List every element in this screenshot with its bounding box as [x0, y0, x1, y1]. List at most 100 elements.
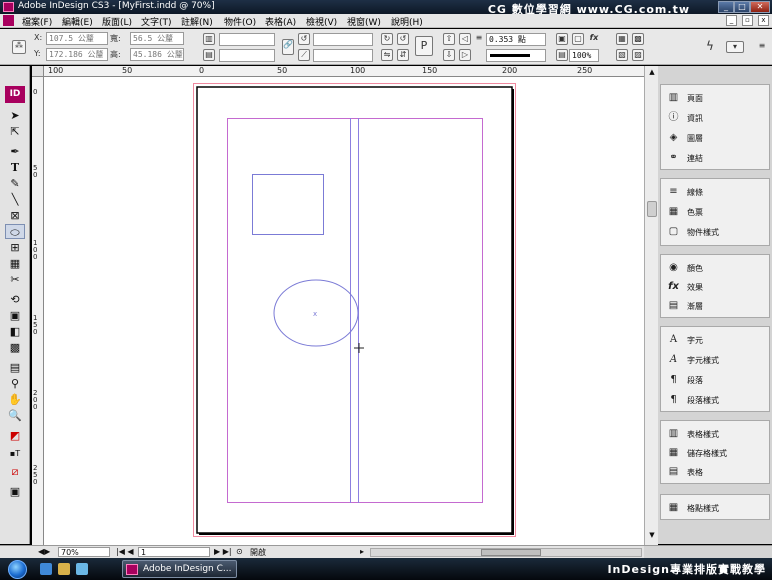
menu-edit[interactable]: 編輯(E) [62, 15, 93, 28]
menu-file[interactable]: 檔案(F) [22, 15, 52, 28]
rotate-tool-icon[interactable]: ⊞ [5, 240, 25, 255]
apply-none-icon[interactable]: ⧄ [5, 464, 25, 479]
ie-icon[interactable] [40, 563, 52, 575]
horizontal-scrollbar[interactable] [370, 548, 642, 557]
menu-type[interactable]: 文字(T) [141, 15, 172, 28]
panel-gradient[interactable]: ▤ 漸層 [665, 297, 765, 315]
opacity-field[interactable]: 100% [569, 49, 599, 62]
scale-y-field[interactable] [219, 49, 275, 62]
control-menu-icon[interactable]: ▾ [726, 41, 744, 53]
minimize-button[interactable]: _ [718, 1, 734, 13]
doc-minimize-button[interactable]: _ [726, 15, 737, 26]
scale-tool-icon[interactable]: ▦ [5, 256, 25, 271]
panel-color[interactable]: ◉ 顏色 [665, 259, 765, 277]
select-content-icon[interactable]: ⇩ [443, 49, 455, 61]
rotate-90-cw-icon[interactable]: ↻ [381, 33, 393, 45]
scroll-down-icon[interactable]: ▼ [647, 531, 657, 541]
vertical-scrollbar[interactable]: ▲ ▼ [644, 66, 658, 545]
screen-mode-icon[interactable]: ▣ [5, 484, 25, 499]
menu-object[interactable]: 物件(O) [224, 15, 256, 28]
status-menu-icon[interactable]: ▸ [360, 547, 364, 556]
hand-tool-icon[interactable]: ✋ [5, 392, 25, 407]
gradient-feather-tool-icon[interactable]: ◧ [5, 324, 25, 339]
quick-apply-icon[interactable]: ϟ [704, 40, 716, 53]
effects-fx-icon[interactable]: fx [588, 33, 600, 45]
text-wrap-none-icon[interactable]: ▦ [616, 33, 628, 45]
panel-table-styles[interactable]: ▥ 表格樣式 [665, 425, 765, 443]
ellipse-tool-icon[interactable]: ⬭ [5, 224, 25, 239]
flip-vertical-icon[interactable]: ⇵ [397, 49, 409, 61]
pencil-tool-icon[interactable]: ✎ [5, 176, 25, 191]
document-page[interactable] [196, 86, 513, 534]
rotation-field[interactable] [313, 33, 373, 46]
formatting-container-icon[interactable]: ▪T [5, 446, 25, 461]
note-tool-icon[interactable]: ▤ [5, 360, 25, 375]
maximize-button[interactable]: □ [734, 1, 750, 13]
doc-close-button[interactable]: x [758, 15, 769, 26]
panel-grid-styles[interactable]: ▦ 格點樣式 [665, 499, 765, 517]
panel-options-icon[interactable]: ≡ [756, 41, 768, 53]
panel-info[interactable]: ⓘ 資訊 [665, 109, 765, 127]
zoom-tool-icon[interactable]: 🔍 [5, 408, 25, 423]
select-next-icon[interactable]: ▷ [459, 49, 471, 61]
panel-table[interactable]: ▤ 表格 [665, 463, 765, 481]
last-page-icon[interactable]: ▶ ▶| [214, 547, 232, 556]
fit-content-icon[interactable]: ▣ [556, 33, 568, 45]
select-container-icon[interactable]: ⇧ [443, 33, 455, 45]
gradient-tool-icon[interactable]: ▣ [5, 308, 25, 323]
scale-x-field[interactable] [219, 33, 275, 46]
scissors-tool-icon[interactable]: ✂ [5, 272, 25, 287]
scroll-up-icon[interactable]: ▲ [647, 68, 657, 78]
rotate-90-ccw-icon[interactable]: ↺ [397, 33, 409, 45]
panel-pages[interactable]: ▥ 頁面 [665, 89, 765, 107]
constrain-proportions-icon[interactable]: 🔗 [282, 39, 294, 55]
pasteboard[interactable]: x [44, 77, 644, 545]
type-tool-icon[interactable]: T [5, 160, 25, 175]
panel-paragraph[interactable]: ¶ 段落 [665, 371, 765, 389]
x-position-field[interactable]: 107.5 公釐 [46, 32, 108, 45]
explorer-icon[interactable] [58, 563, 70, 575]
menu-view[interactable]: 檢視(V) [306, 15, 337, 28]
ruler-origin[interactable] [32, 66, 44, 77]
panel-paragraph-styles[interactable]: ¶ 段落樣式 [665, 391, 765, 409]
menu-window[interactable]: 視窗(W) [347, 15, 381, 28]
text-wrap-jump-icon[interactable]: ▨ [632, 49, 644, 61]
fit-frame-icon[interactable]: ▢ [572, 33, 584, 45]
rectangle-frame-tool-icon[interactable]: ⊠ [5, 208, 25, 223]
panel-cell-styles[interactable]: ▦ 儲存格樣式 [665, 444, 765, 462]
menu-layout[interactable]: 版面(L) [102, 15, 132, 28]
select-previous-icon[interactable]: ◁ [459, 33, 471, 45]
first-page-icon[interactable]: |◀ ◀ [116, 547, 134, 556]
doc-restore-button[interactable]: ▫ [742, 15, 753, 26]
text-wrap-bbox-icon[interactable]: ▩ [632, 33, 644, 45]
menu-notes[interactable]: 註解(N) [181, 15, 213, 28]
zoom-level-field[interactable]: 70% [58, 547, 110, 557]
stroke-weight-field[interactable]: 0.353 點 [486, 33, 546, 46]
taskbar-indesign-button[interactable]: Adobe InDesign C... [122, 560, 237, 578]
menu-table[interactable]: 表格(A) [265, 15, 296, 28]
shear-field[interactable] [313, 49, 373, 62]
start-button[interactable] [8, 560, 27, 579]
panel-stroke[interactable]: ≡ 線條 [665, 183, 765, 201]
show-desktop-icon[interactable] [76, 563, 88, 575]
button-tool-icon[interactable]: ▩ [5, 340, 25, 355]
selection-tool-icon[interactable]: ➤ [5, 108, 25, 123]
stroke-type-select[interactable] [486, 49, 546, 62]
document-canvas[interactable]: x [44, 77, 644, 545]
panel-object-styles[interactable]: ▢ 物件樣式 [665, 223, 765, 241]
fill-stroke-icon[interactable]: ◩ [5, 428, 25, 443]
pen-tool-icon[interactable]: ✒ [5, 144, 25, 159]
panel-effects[interactable]: fx 效果 [665, 278, 765, 296]
flip-horizontal-icon[interactable]: ⇋ [381, 49, 393, 61]
menu-help[interactable]: 說明(H) [391, 15, 423, 28]
panel-character-styles[interactable]: A 字元樣式 [665, 351, 765, 369]
width-field[interactable]: 56.5 公釐 [130, 32, 184, 45]
y-position-field[interactable]: 172.186 公釐 [46, 48, 108, 61]
nav-icon[interactable]: ◀▶ [38, 547, 50, 556]
h-scroll-thumb[interactable] [481, 549, 541, 556]
height-field[interactable]: 45.186 公釐 [130, 48, 184, 61]
reference-point-icon[interactable]: ⁂ [12, 40, 26, 54]
panel-swatches[interactable]: ▦ 色票 [665, 203, 765, 221]
panel-links[interactable]: ⚭ 連結 [665, 149, 765, 167]
eyedropper-tool-icon[interactable]: ⚲ [5, 376, 25, 391]
